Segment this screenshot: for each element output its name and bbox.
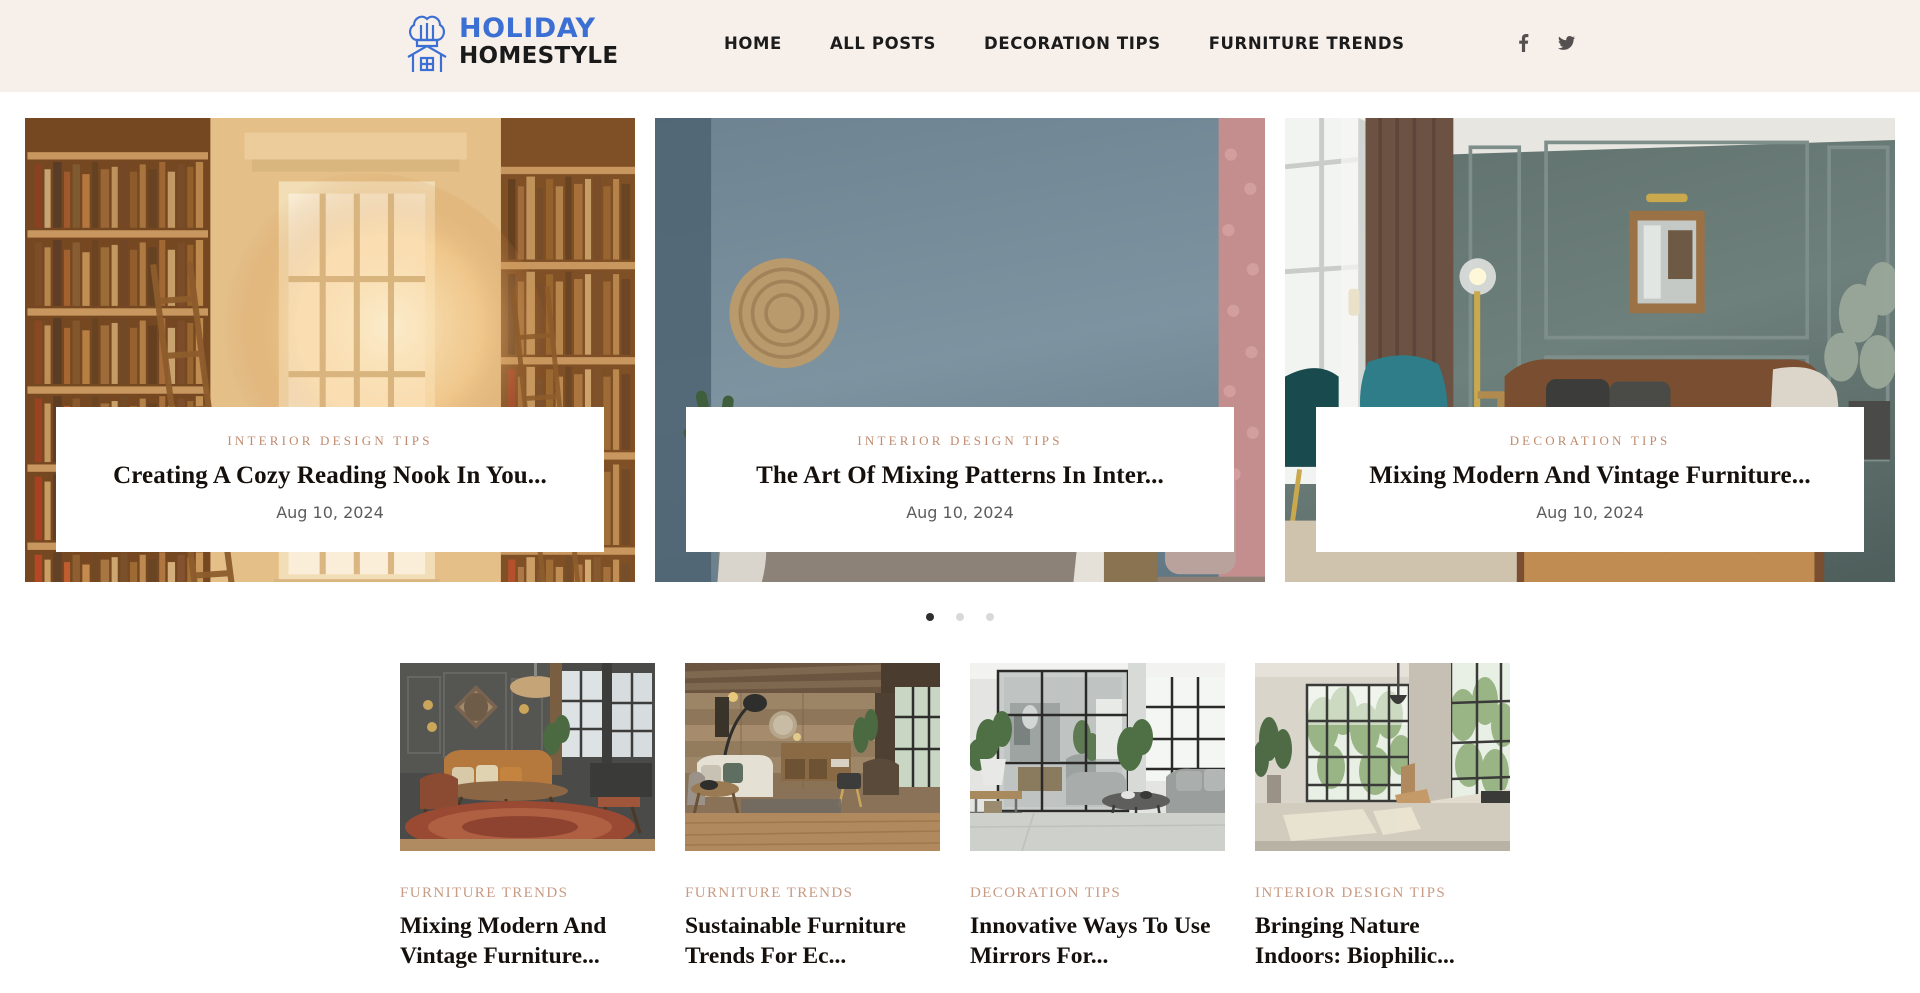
post-thumbnail-1[interactable] bbox=[400, 663, 655, 851]
post-grid-row: FURNITURE TRENDS Mixing Modern And Vinta… bbox=[400, 663, 1520, 971]
logo-line-2: HOMESTYLE bbox=[459, 42, 619, 69]
hero-overlay-2: INTERIOR DESIGN TIPS The Art Of Mixing P… bbox=[686, 407, 1234, 552]
post-title-1[interactable]: Mixing Modern And Vintage Furniture... bbox=[400, 911, 655, 971]
post-card-2[interactable]: FURNITURE TRENDS Sustainable Furniture T… bbox=[685, 663, 940, 971]
hero-title-2[interactable]: The Art Of Mixing Patterns In Inter... bbox=[706, 462, 1214, 490]
hero-date-2: Aug 10, 2024 bbox=[906, 503, 1014, 522]
social-links bbox=[1515, 34, 1575, 52]
twitter-icon[interactable] bbox=[1558, 34, 1575, 52]
post-category-3[interactable]: DECORATION TIPS bbox=[970, 885, 1225, 902]
main-navigation: HOME ALL POSTS DECORATION TIPS FURNITURE… bbox=[700, 34, 1429, 53]
hero-title-1[interactable]: Creating A Cozy Reading Nook In You... bbox=[76, 462, 584, 490]
logo-wordmark: HOLIDAY HOMESTYLE bbox=[459, 15, 618, 68]
hero-slide-3[interactable]: DECORATION TIPS Mixing Modern And Vintag… bbox=[1285, 118, 1895, 582]
post-thumbnail-2[interactable] bbox=[685, 663, 940, 851]
hero-slide-2[interactable]: INTERIOR DESIGN TIPS The Art Of Mixing P… bbox=[655, 118, 1265, 582]
post-image-1 bbox=[400, 663, 655, 851]
post-image-4 bbox=[1255, 663, 1510, 851]
site-header: HOLIDAY HOMESTYLE HOME ALL POSTS DECORAT… bbox=[0, 0, 1920, 92]
nav-item-all-posts[interactable]: ALL POSTS bbox=[806, 34, 960, 53]
carousel-dot-2[interactable] bbox=[956, 613, 964, 621]
hero-title-3[interactable]: Mixing Modern And Vintage Furniture... bbox=[1336, 462, 1844, 490]
hero-overlay-1: INTERIOR DESIGN TIPS Creating A Cozy Rea… bbox=[56, 407, 604, 552]
post-category-4[interactable]: INTERIOR DESIGN TIPS bbox=[1255, 885, 1510, 902]
hero-category-2[interactable]: INTERIOR DESIGN TIPS bbox=[706, 433, 1214, 449]
post-card-4[interactable]: INTERIOR DESIGN TIPS Bringing Nature Ind… bbox=[1255, 663, 1510, 971]
hero-date-1: Aug 10, 2024 bbox=[276, 503, 384, 522]
post-image-2 bbox=[685, 663, 940, 851]
post-title-4[interactable]: Bringing Nature Indoors: Biophilic... bbox=[1255, 911, 1510, 971]
hero-overlay-3: DECORATION TIPS Mixing Modern And Vintag… bbox=[1316, 407, 1864, 552]
post-card-1[interactable]: FURNITURE TRENDS Mixing Modern And Vinta… bbox=[400, 663, 655, 971]
nav-item-home[interactable]: HOME bbox=[700, 34, 806, 53]
carousel-dot-1[interactable] bbox=[926, 613, 934, 621]
post-card-3[interactable]: DECORATION TIPS Innovative Ways To Use M… bbox=[970, 663, 1225, 971]
logo-line-1: HOLIDAY bbox=[459, 12, 596, 44]
nav-item-furniture-trends[interactable]: FURNITURE TRENDS bbox=[1185, 34, 1429, 53]
post-image-3 bbox=[970, 663, 1225, 851]
site-logo[interactable]: HOLIDAY HOMESTYLE bbox=[405, 10, 618, 72]
post-title-2[interactable]: Sustainable Furniture Trends For Ec... bbox=[685, 911, 940, 971]
hero-date-3: Aug 10, 2024 bbox=[1536, 503, 1644, 522]
post-title-3[interactable]: Innovative Ways To Use Mirrors For... bbox=[970, 911, 1225, 971]
hero-category-3[interactable]: DECORATION TIPS bbox=[1336, 433, 1844, 449]
post-category-2[interactable]: FURNITURE TRENDS bbox=[685, 885, 940, 902]
nav-item-decoration-tips[interactable]: DECORATION TIPS bbox=[960, 34, 1185, 53]
facebook-icon[interactable] bbox=[1515, 34, 1532, 52]
carousel-dots bbox=[25, 613, 1895, 621]
post-category-1[interactable]: FURNITURE TRENDS bbox=[400, 885, 655, 902]
post-thumbnail-4[interactable] bbox=[1255, 663, 1510, 851]
chef-hat-house-icon bbox=[407, 15, 447, 72]
hero-category-1[interactable]: INTERIOR DESIGN TIPS bbox=[76, 433, 584, 449]
hero-carousel: INTERIOR DESIGN TIPS Creating A Cozy Rea… bbox=[0, 92, 1920, 621]
post-thumbnail-3[interactable] bbox=[970, 663, 1225, 851]
hero-slide-row: INTERIOR DESIGN TIPS Creating A Cozy Rea… bbox=[25, 118, 1895, 582]
hero-slide-1[interactable]: INTERIOR DESIGN TIPS Creating A Cozy Rea… bbox=[25, 118, 635, 582]
carousel-dot-3[interactable] bbox=[986, 613, 994, 621]
latest-posts-grid: FURNITURE TRENDS Mixing Modern And Vinta… bbox=[0, 663, 1920, 971]
